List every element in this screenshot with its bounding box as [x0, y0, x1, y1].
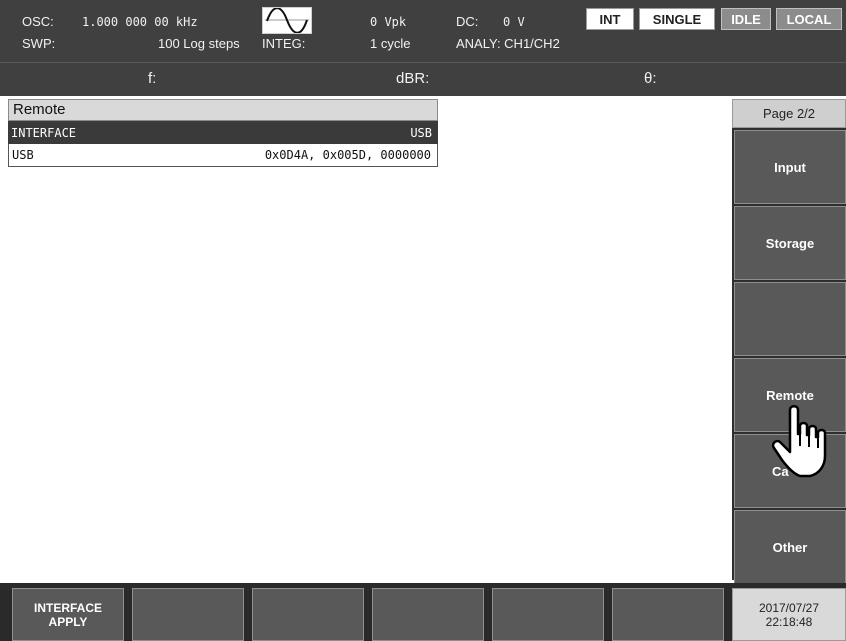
page-indicator: Page 2/2 [732, 99, 846, 128]
swp-value: 100 Log steps [158, 36, 240, 51]
hand-pointer-icon [770, 404, 834, 484]
storage-button[interactable]: Storage [734, 206, 846, 280]
idle-badge: IDLE [721, 8, 771, 30]
softkey-6[interactable] [612, 588, 724, 641]
osc-label: OSC: [22, 14, 54, 29]
input-button[interactable]: Input [734, 130, 846, 204]
f-label: f: [148, 70, 157, 87]
softkey-label-line2: APPLY [48, 614, 88, 629]
other-button[interactable]: Other [734, 510, 846, 584]
swp-label: SWP: [22, 36, 56, 51]
blank-menu-button[interactable] [734, 282, 846, 356]
row-key: USB [12, 148, 34, 162]
row-value: USB [410, 125, 432, 140]
softkey-2[interactable] [132, 588, 244, 641]
remote-panel: Remote INTERFACE USB USB 0x0D4A, 0x005D,… [8, 99, 438, 167]
interface-apply-button[interactable]: INTERFACE APPLY [12, 588, 124, 641]
analy-value: ANALY: CH1/CH2 [456, 36, 560, 51]
softkey-4[interactable] [372, 588, 484, 641]
date-time-display: 2017/07/27 22:18:48 [732, 588, 846, 641]
date: 2017/07/27 [758, 600, 820, 615]
local-badge: LOCAL [776, 8, 842, 30]
dbr-label: dBR: [396, 70, 430, 87]
status-divider [0, 62, 846, 63]
dc-value: 0 V [503, 15, 525, 29]
dc-label: DC: [456, 14, 479, 29]
integ-value: 1 cycle [370, 36, 411, 51]
single-badge: SINGLE [639, 8, 715, 30]
integ-label: INTEG: [262, 36, 306, 51]
theta-label: θ: [644, 70, 657, 87]
interface-row[interactable]: INTERFACE USB [8, 121, 438, 144]
sine-wave-icon [262, 7, 312, 34]
panel-title: Remote [8, 99, 438, 121]
row-key: INTERFACE [11, 125, 77, 140]
int-badge: INT [586, 8, 634, 30]
status-bar: OSC: 1.000 000 00 kHz 0 Vpk DC: 0 V INT … [0, 0, 846, 96]
osc-frequency: 1.000 000 00 kHz [82, 15, 198, 29]
softkey-3[interactable] [252, 588, 364, 641]
row-value: 0x0D4A, 0x005D, 0000000 [264, 148, 431, 162]
usb-row[interactable]: USB 0x0D4A, 0x005D, 0000000 [8, 144, 438, 167]
time: 22:18:48 [765, 614, 813, 629]
softkey-5[interactable] [492, 588, 604, 641]
softkey-label-line1: INTERFACE [33, 600, 102, 615]
amplitude-value: 0 Vpk [370, 15, 407, 29]
